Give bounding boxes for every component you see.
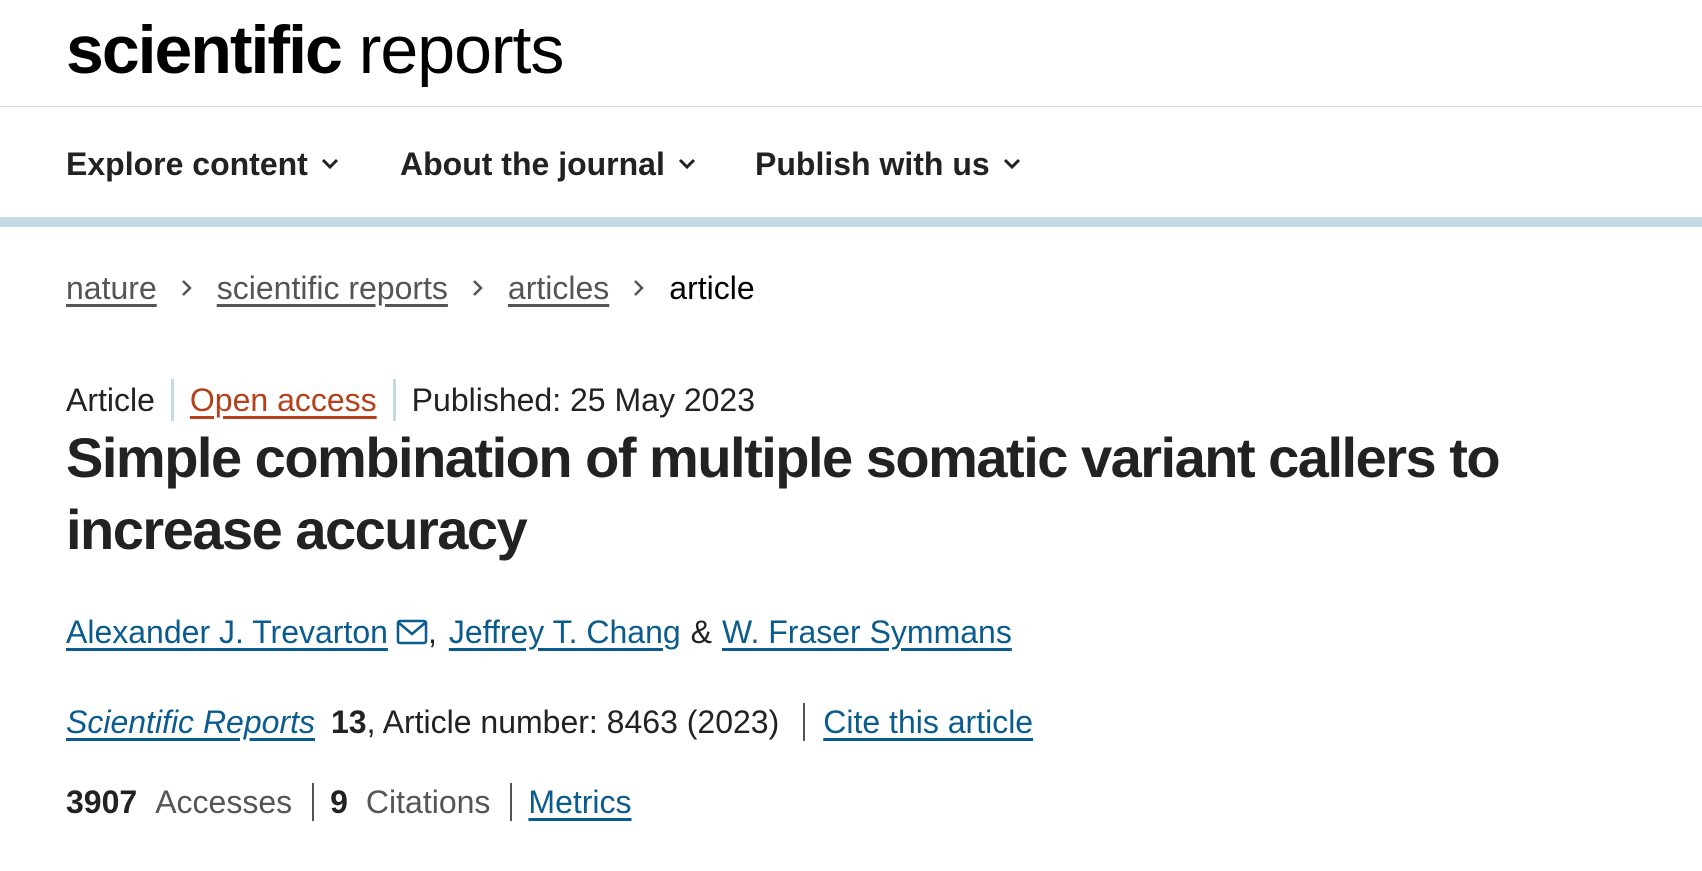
- meta-divider: [392, 379, 396, 421]
- cite-this-article-link[interactable]: Cite this article: [823, 704, 1033, 741]
- author-link[interactable]: W. Fraser Symmans: [722, 614, 1012, 651]
- metrics-divider: [510, 783, 513, 821]
- open-access-link[interactable]: Open access: [190, 382, 377, 419]
- breadcrumb-scientific-reports[interactable]: scientific reports: [217, 270, 448, 307]
- article-metrics: 3907 Accesses 9 Citations Metrics: [66, 780, 632, 824]
- chevron-right-icon: [633, 278, 645, 298]
- article-type: Article: [66, 381, 155, 418]
- breadcrumb: nature scientific reports articles artic…: [66, 266, 755, 310]
- envelope-icon[interactable]: [396, 619, 428, 645]
- nav-about-the-journal[interactable]: About the journal: [400, 144, 697, 184]
- citations-label: Citations: [365, 783, 491, 820]
- metrics-divider: [312, 783, 315, 821]
- author-link[interactable]: Jeffrey T. Chang: [449, 614, 681, 651]
- volume: 13: [330, 703, 367, 740]
- breadcrumb-current: article: [669, 269, 755, 306]
- nav-item-label: Publish with us: [755, 145, 990, 182]
- article-number: , Article number: 8463 (2023): [366, 703, 780, 740]
- site-header: scientific reports: [0, 0, 1702, 107]
- author-link[interactable]: Alexander J. Trevarton: [66, 614, 388, 651]
- metrics-link[interactable]: Metrics: [528, 784, 631, 821]
- author-list: Alexander J. Trevarton , Jeffrey T. Chan…: [66, 610, 1012, 654]
- breadcrumb-articles[interactable]: articles: [508, 270, 609, 307]
- chevron-down-icon: [678, 158, 695, 170]
- chevron-right-icon: [472, 278, 484, 298]
- logo-light-text: reports: [358, 12, 565, 88]
- nav-divider: [0, 217, 1702, 227]
- published-date: Published: 25 May 2023: [411, 381, 756, 418]
- nav-item-label: Explore content: [66, 145, 308, 182]
- journal-link[interactable]: Scientific Reports: [66, 704, 315, 741]
- citation-divider: [803, 703, 806, 741]
- article-meta: Article Open access Published: 25 May 20…: [66, 378, 755, 422]
- main-navigation: Explore content About the journal Publis…: [0, 108, 1702, 217]
- author-separator: ,: [427, 613, 437, 650]
- citations-count: 9: [330, 783, 348, 820]
- accesses-count: 3907: [66, 783, 138, 820]
- author-separator: &: [690, 613, 713, 650]
- logo-bold-text: scientific: [66, 12, 343, 88]
- journal-logo[interactable]: scientific reports: [66, 8, 565, 92]
- citation-info: Scientific Reports 13 , Article number: …: [66, 700, 1033, 744]
- nav-item-label: About the journal: [400, 145, 665, 182]
- chevron-down-icon: [321, 158, 338, 170]
- breadcrumb-nature[interactable]: nature: [66, 270, 157, 307]
- chevron-right-icon: [181, 278, 193, 298]
- nav-publish-with-us[interactable]: Publish with us: [755, 144, 1022, 184]
- meta-divider: [170, 379, 174, 421]
- accesses-label: Accesses: [155, 783, 293, 820]
- chevron-down-icon: [1003, 158, 1020, 170]
- nav-explore-content[interactable]: Explore content: [66, 144, 340, 184]
- article-title: Simple combination of multiple somatic v…: [66, 426, 1501, 561]
